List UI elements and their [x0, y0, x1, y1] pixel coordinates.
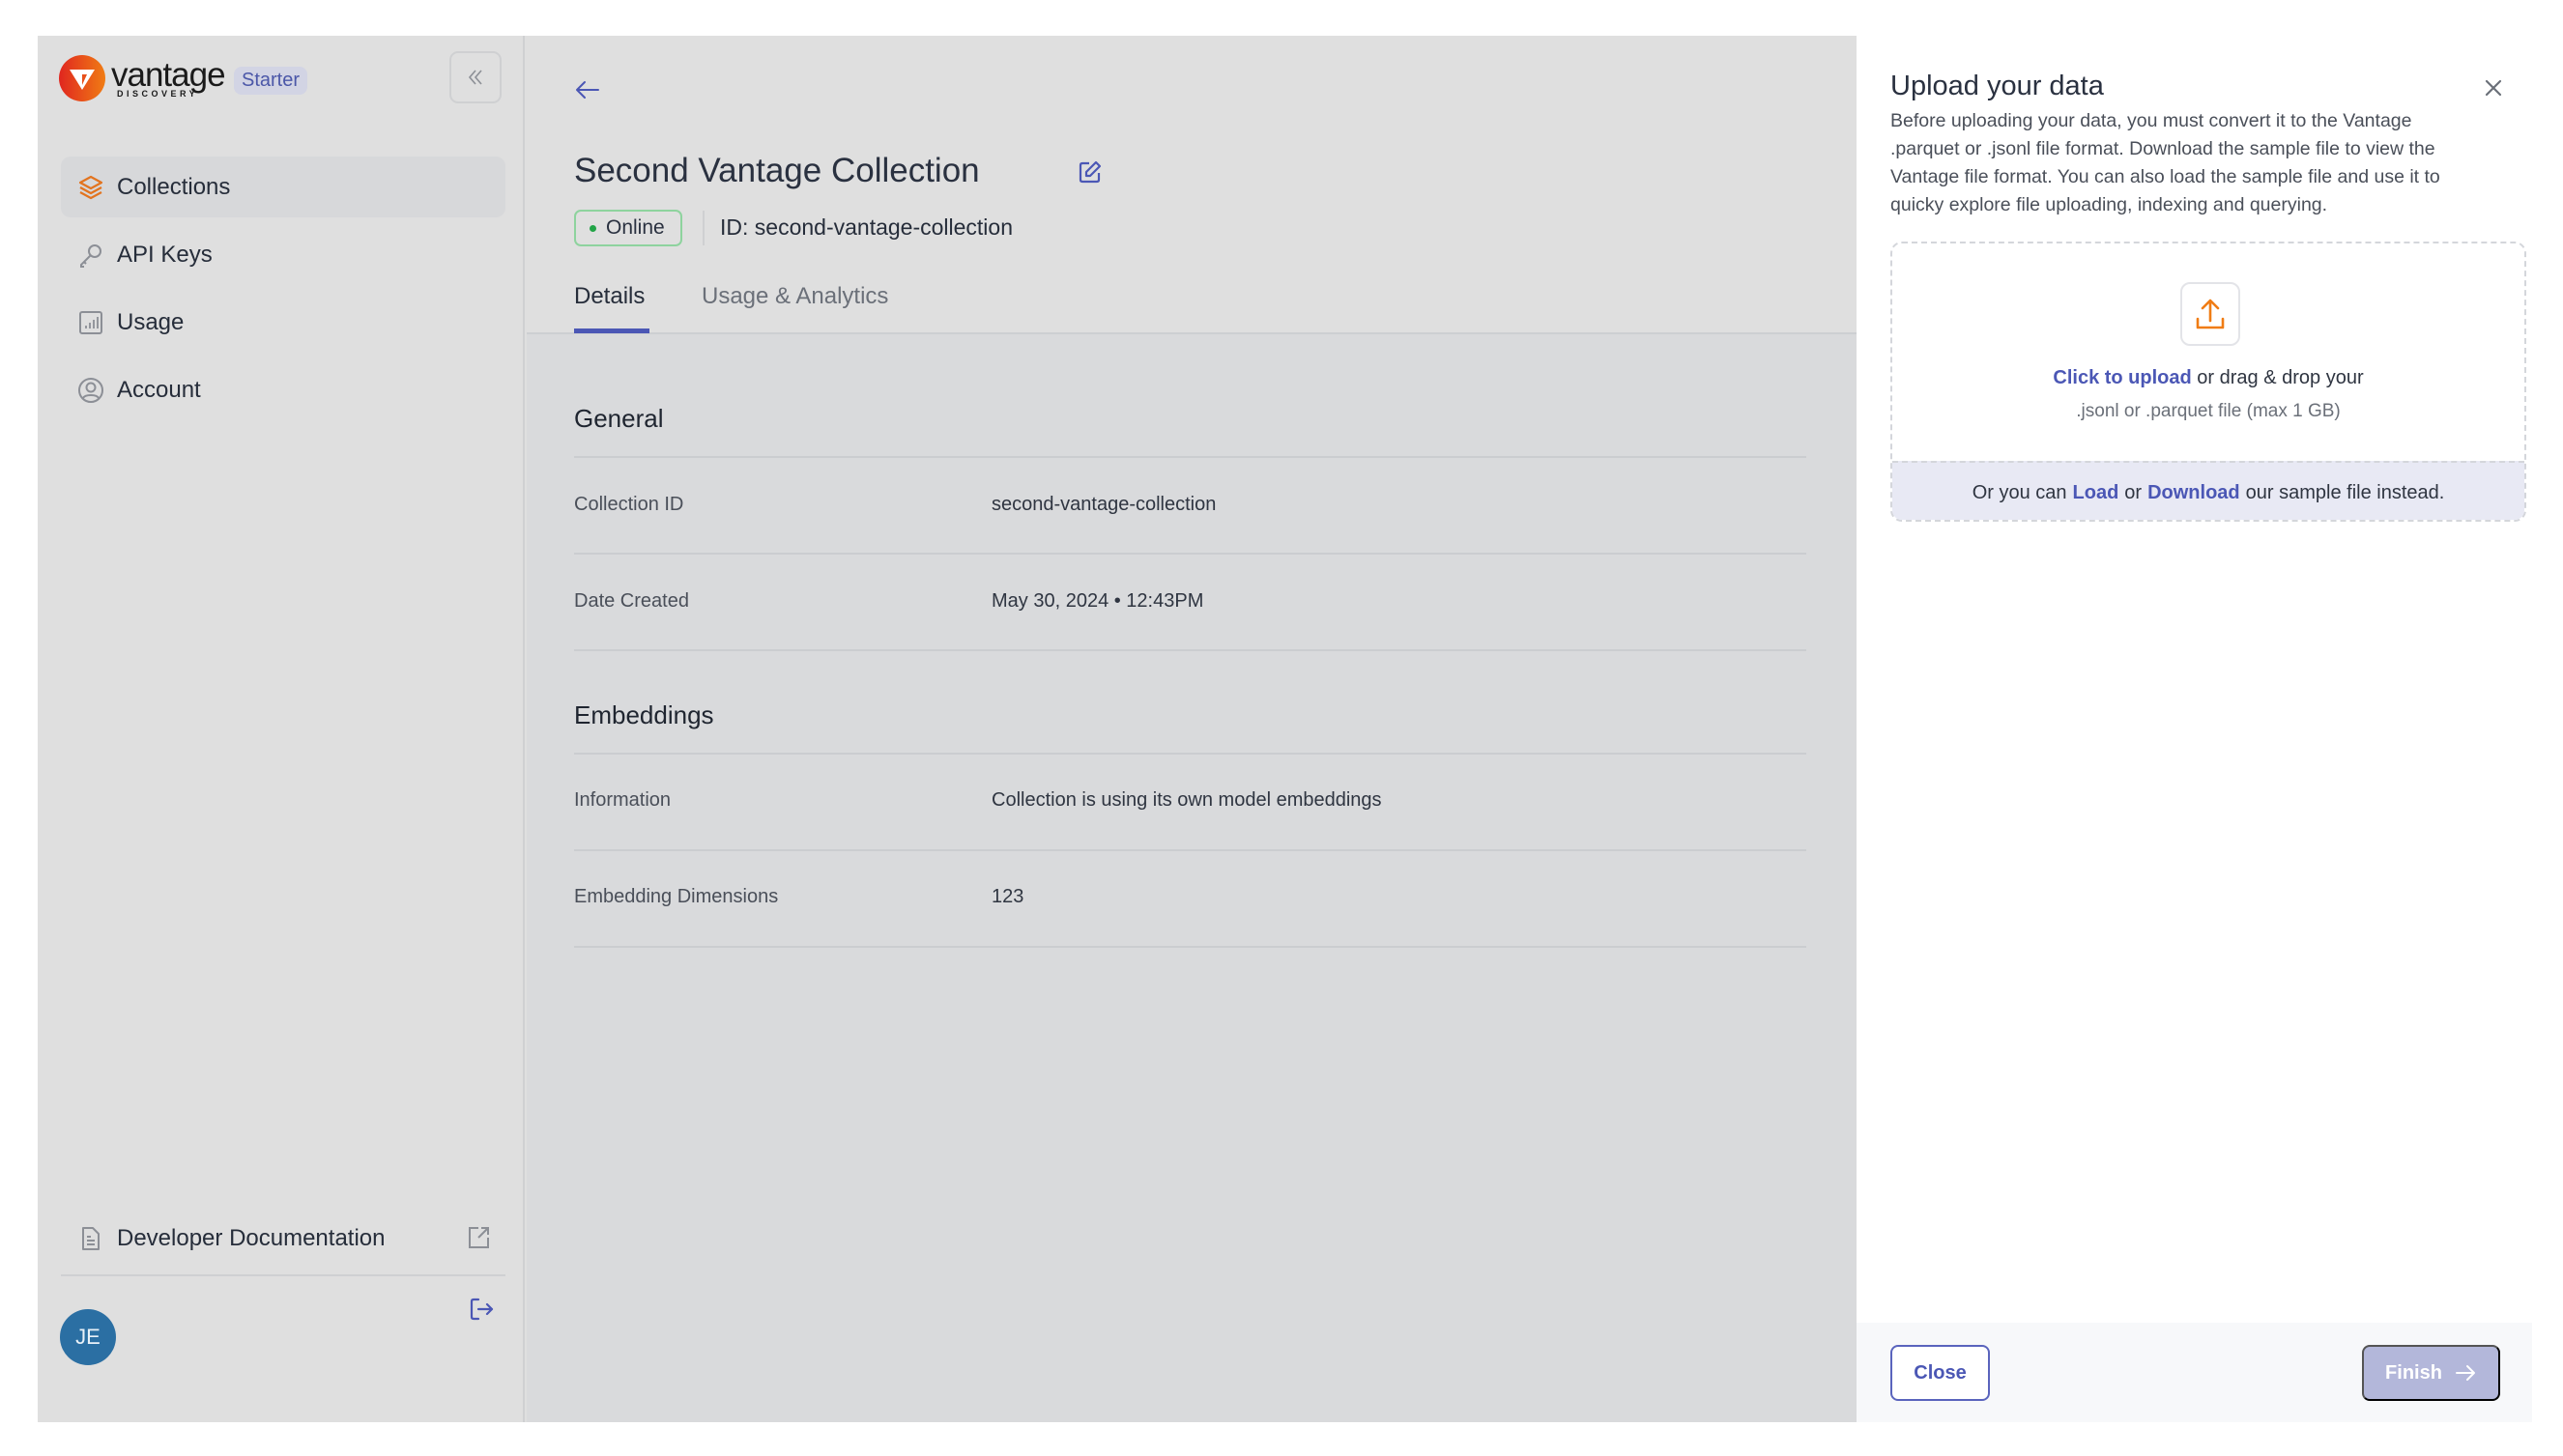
- brand-logo[interactable]: vantage DISCOVERY: [59, 55, 226, 101]
- layers-icon: [76, 173, 105, 202]
- sample-or: or: [2124, 482, 2143, 503]
- drawer-footer: Close Finish: [1857, 1323, 2532, 1422]
- row-value-information: Collection is using its own model embedd…: [992, 789, 1382, 811]
- main-content: Second Vantage Collection Online ID: sec…: [527, 36, 1916, 1422]
- close-button-label: Close: [1914, 1361, 1967, 1384]
- external-link-icon: [465, 1224, 492, 1258]
- upload-area[interactable]: Click to upload or drag & drop your .jso…: [1892, 243, 2524, 461]
- file-format-hint: .jsonl or .parquet file (max 1 GB): [2076, 401, 2341, 421]
- arrow-left-icon: [576, 81, 599, 99]
- page-title: Second Vantage Collection: [574, 152, 980, 189]
- status-label: Online: [606, 216, 665, 239]
- tab-details[interactable]: Details: [574, 283, 645, 310]
- upload-drawer: Upload your data Before uploading your d…: [1857, 36, 2532, 1422]
- sample-suffix: our sample file instead.: [2245, 482, 2445, 503]
- status-badge: Online: [574, 210, 682, 246]
- row-divider: [574, 946, 1806, 948]
- sidebar-item-label: Usage: [117, 308, 185, 335]
- row-label-embedding-dimensions: Embedding Dimensions: [574, 886, 779, 907]
- logout-button[interactable]: [467, 1295, 496, 1324]
- active-tab-indicator: [574, 328, 649, 333]
- row-divider: [574, 649, 1806, 651]
- close-icon: [2485, 79, 2502, 97]
- row-divider: [574, 456, 1806, 458]
- file-dropzone[interactable]: Click to upload or drag & drop your .jso…: [1890, 242, 2526, 522]
- row-value-embedding-dimensions: 123: [992, 886, 1024, 907]
- key-icon: [76, 241, 105, 270]
- row-label-information: Information: [574, 789, 672, 811]
- user-circle-icon: [76, 376, 105, 405]
- back-button[interactable]: [572, 74, 607, 109]
- sidebar-item-api-keys[interactable]: API Keys: [61, 224, 505, 285]
- section-title-general: General: [574, 404, 664, 433]
- drawer-title: Upload your data: [1890, 71, 2104, 101]
- upload-icon-box: [2180, 282, 2240, 346]
- load-sample-link[interactable]: Load: [2073, 482, 2119, 504]
- download-sample-link[interactable]: Download: [2147, 482, 2240, 504]
- developer-docs-link[interactable]: Developer Documentation: [61, 1214, 505, 1263]
- sample-prefix: Or you can: [1972, 482, 2067, 503]
- row-divider: [574, 849, 1806, 851]
- arrow-right-icon: [2454, 1361, 2477, 1385]
- logo-mark-icon: [59, 55, 105, 101]
- brand-name: vantage: [111, 56, 226, 94]
- finish-button[interactable]: Finish: [2362, 1345, 2500, 1401]
- sidebar-item-usage[interactable]: Usage: [61, 292, 505, 353]
- row-value-date-created: May 30, 2024 • 12:43PM: [992, 590, 1204, 612]
- sample-file-bar: Or you can Load or Download our sample f…: [1892, 461, 2524, 520]
- sidebar-item-account[interactable]: Account: [61, 359, 505, 420]
- row-divider: [574, 553, 1806, 555]
- drag-drop-text: or drag & drop your: [2191, 367, 2364, 388]
- meta-divider: [703, 211, 705, 245]
- collection-id-label: ID: second-vantage-collection: [720, 214, 1013, 240]
- bar-chart-icon: [76, 308, 105, 337]
- row-label-collection-id: Collection ID: [574, 494, 684, 515]
- section-title-embeddings: Embeddings: [574, 700, 714, 729]
- edit-icon: [1079, 160, 1102, 184]
- edit-title-button[interactable]: [1077, 158, 1108, 189]
- sidebar-item-label: API Keys: [117, 241, 213, 268]
- sidebar-nav: Collections API Keys Usage Account: [61, 157, 505, 427]
- app-window: vantage DISCOVERY Starter Collections AP…: [38, 36, 2532, 1422]
- finish-button-label: Finish: [2385, 1361, 2442, 1384]
- sidebar: vantage DISCOVERY Starter Collections AP…: [38, 36, 525, 1422]
- sidebar-divider: [61, 1274, 505, 1276]
- status-dot-icon: [590, 224, 596, 232]
- close-button[interactable]: Close: [1890, 1345, 1990, 1401]
- sidebar-item-label: Account: [117, 376, 201, 403]
- user-avatar[interactable]: JE: [60, 1309, 116, 1365]
- user-initials: JE: [75, 1325, 101, 1349]
- upload-icon: [2196, 299, 2225, 329]
- brand-subtitle: DISCOVERY: [117, 89, 199, 99]
- row-value-collection-id: second-vantage-collection: [992, 494, 1217, 515]
- document-icon: [76, 1224, 105, 1253]
- double-chevron-left-icon: [468, 70, 482, 85]
- drawer-close-button[interactable]: [2480, 74, 2507, 101]
- collapse-sidebar-button[interactable]: [449, 51, 502, 103]
- developer-docs-label: Developer Documentation: [117, 1225, 386, 1251]
- sidebar-item-label: Collections: [117, 173, 231, 200]
- collection-header: Second Vantage Collection Online ID: sec…: [527, 36, 1880, 334]
- logout-icon: [470, 1298, 494, 1321]
- sidebar-item-collections[interactable]: Collections: [61, 157, 505, 217]
- plan-badge: Starter: [234, 67, 308, 95]
- click-to-upload-link[interactable]: Click to upload: [2053, 367, 2191, 388]
- tab-usage-analytics[interactable]: Usage & Analytics: [702, 283, 888, 310]
- row-label-date-created: Date Created: [574, 590, 689, 612]
- drawer-description: Before uploading your data, you must con…: [1890, 110, 2440, 215]
- row-divider: [574, 753, 1806, 755]
